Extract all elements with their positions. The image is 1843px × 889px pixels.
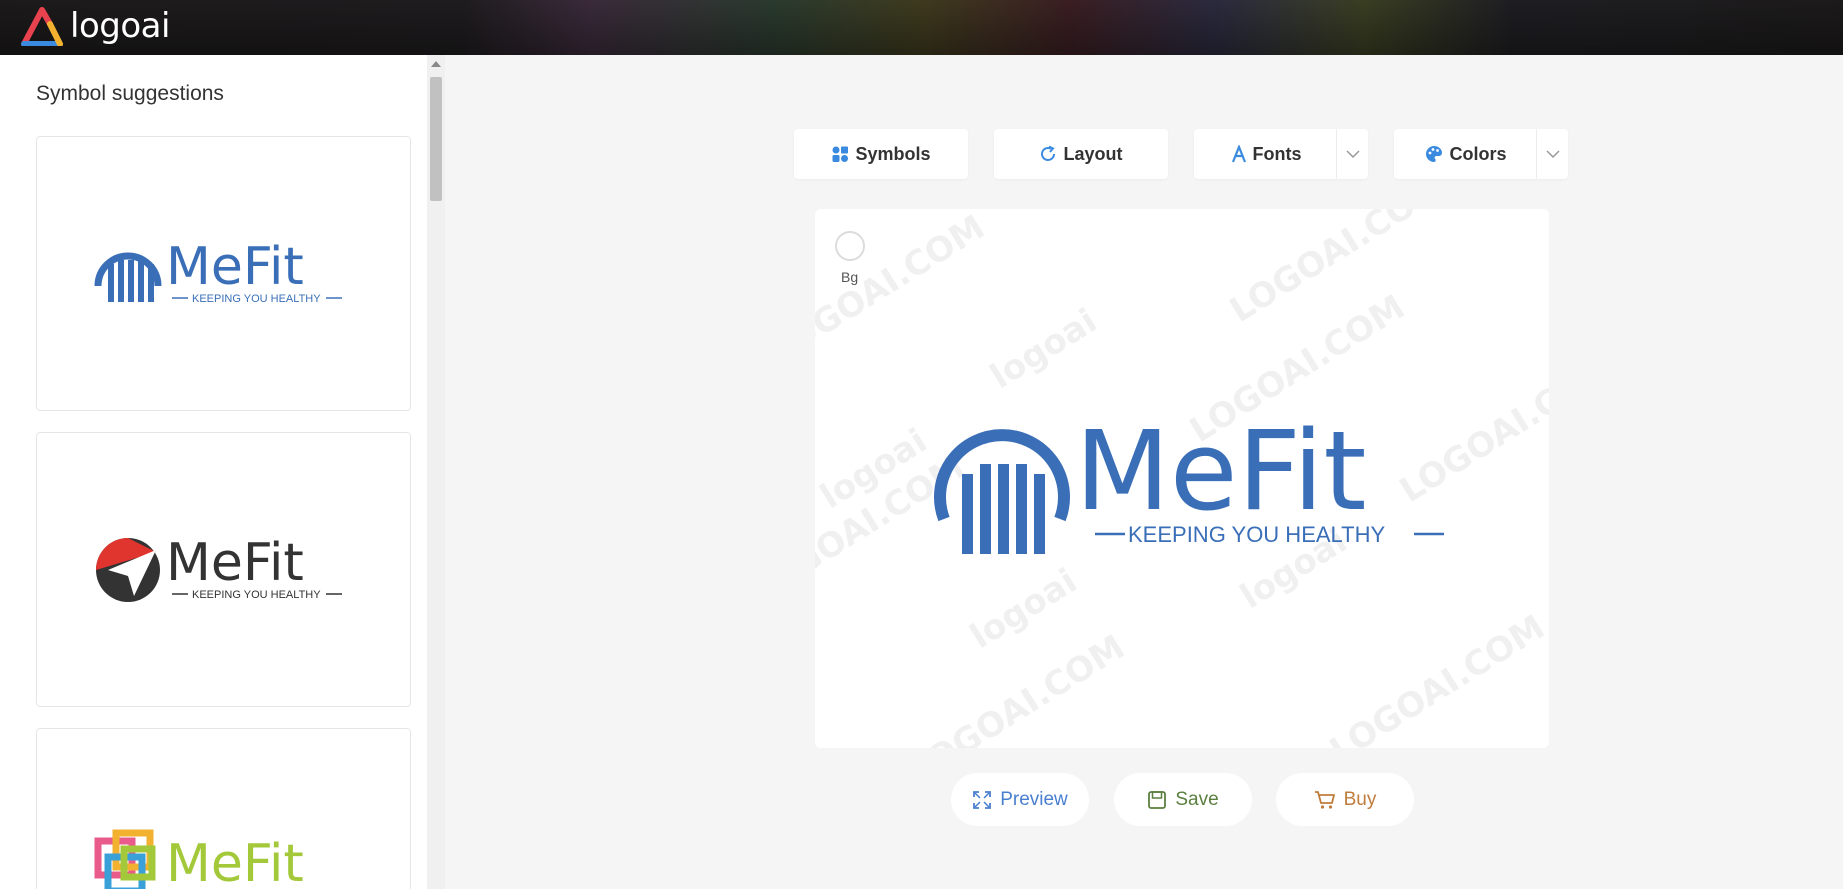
symbols-button[interactable]: Symbols [794, 129, 968, 179]
suggestion-card[interactable]: MeFit KEEPING YOU HEALTHY [36, 432, 411, 707]
logo-preview: MeFit KEEPING YOU HEALTHY [95, 533, 342, 602]
brand-text: MeFit [166, 533, 304, 593]
logo-preview: MeFit KEEPING YOU HEALTHY [94, 237, 342, 305]
colors-label: Colors [1449, 143, 1507, 164]
buy-label: Buy [1343, 788, 1377, 810]
app-logo[interactable]: logoai [20, 4, 170, 48]
layout-button[interactable]: Layout [994, 129, 1168, 179]
layout-label: Layout [1063, 143, 1123, 164]
cart-icon [1314, 790, 1336, 810]
app-name: logoai [70, 6, 170, 46]
save-label: Save [1175, 788, 1219, 810]
suggestion-card[interactable]: MeFit [36, 728, 411, 889]
chevron-down-icon [1545, 150, 1560, 159]
font-a-icon [1231, 145, 1247, 163]
interlocked-squares-icon [94, 829, 155, 889]
sidebar-scrollbar[interactable] [427, 55, 445, 889]
tagline-text: KEEPING YOU HEALTHY [192, 293, 321, 305]
symbol-suggestions-panel: Symbol suggestions MeFit KEEPING YOU HEA… [0, 55, 427, 889]
top-bar: logoai [0, 0, 1843, 55]
palette-icon [1425, 145, 1443, 163]
preview-button[interactable]: Preview [951, 773, 1089, 826]
colors-dropdown[interactable] [1536, 129, 1568, 179]
scroll-up-arrow-icon[interactable] [431, 61, 441, 67]
logo-preview: MeFit [94, 829, 304, 889]
main-logo: MeFit KEEPING YOU HEALTHY [934, 407, 1444, 554]
arc-bars-icon [934, 429, 1070, 554]
logo-canvas[interactable]: logoai logoai logoai logoai LOGOAI.COM L… [815, 209, 1549, 748]
colors-button[interactable]: Colors [1394, 129, 1568, 179]
suggestion-card[interactable]: MeFit KEEPING YOU HEALTHY [36, 136, 411, 411]
tagline-text: KEEPING YOU HEALTHY [192, 589, 321, 601]
save-button[interactable]: Save [1114, 773, 1252, 826]
preview-label: Preview [1000, 788, 1068, 810]
save-icon [1147, 790, 1167, 810]
shapes-icon [831, 145, 849, 163]
buy-button[interactable]: Buy [1276, 773, 1414, 826]
fonts-button[interactable]: Fonts [1194, 129, 1368, 179]
refresh-icon [1039, 145, 1057, 163]
expand-icon [972, 790, 992, 810]
chevron-down-icon [1345, 150, 1360, 159]
main-tagline-text: KEEPING YOU HEALTHY [1128, 522, 1385, 547]
symbols-label: Symbols [855, 143, 931, 164]
sidebar-title: Symbol suggestions [36, 82, 224, 105]
fonts-label: Fonts [1252, 143, 1302, 164]
main-brand-text: MeFit [1075, 407, 1367, 535]
brand-text: MeFit [166, 834, 304, 889]
brand-text: MeFit [166, 237, 304, 297]
scroll-thumb[interactable] [430, 77, 442, 201]
arc-bars-icon [94, 252, 161, 302]
logoai-mark-icon [21, 7, 63, 46]
paper-plane-circle-icon [95, 537, 160, 602]
fonts-dropdown[interactable] [1336, 129, 1368, 179]
